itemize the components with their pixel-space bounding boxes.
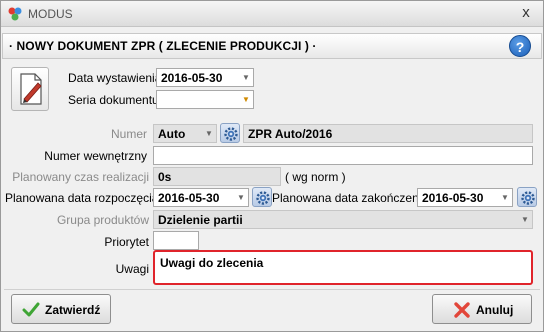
numer-mode-field[interactable]: Auto ▼ bbox=[153, 124, 217, 143]
numer-mode-value: Auto bbox=[158, 127, 186, 141]
data-wystawienia-value: 2016-05-30 bbox=[161, 71, 223, 85]
planowana-data-zakonczenia-label: Planowana data zakończenia bbox=[272, 191, 429, 205]
planowana-data-zakonczenia-field[interactable]: 2016-05-30 ▼ bbox=[417, 188, 513, 207]
zakonczenia-settings-button[interactable] bbox=[517, 187, 537, 207]
numer-settings-button[interactable] bbox=[220, 123, 240, 143]
document-heading: · NOWY DOKUMENT ZPR ( ZLECENIE PRODUKCJI… bbox=[9, 39, 317, 53]
footer-divider bbox=[4, 289, 540, 290]
gear-icon bbox=[256, 191, 270, 205]
zatwierdz-label: Zatwierdź bbox=[45, 303, 101, 317]
dropdown-arrow-icon[interactable]: ▼ bbox=[518, 211, 532, 228]
planowany-czas-label: Planowany czas realizacji bbox=[12, 170, 149, 184]
planowana-data-zakonczenia-value: 2016-05-30 bbox=[422, 191, 484, 205]
planowana-data-rozpoczecia-value: 2016-05-30 bbox=[158, 191, 220, 205]
gear-icon bbox=[224, 127, 238, 141]
close-icon[interactable]: x bbox=[517, 4, 535, 22]
document-edit-button[interactable] bbox=[11, 67, 49, 111]
grupa-produktow-label: Grupa produktów bbox=[56, 213, 149, 227]
priorytet-input[interactable] bbox=[153, 231, 199, 250]
seria-dokumentu-field[interactable]: ▼ bbox=[156, 90, 254, 109]
grupa-produktow-field[interactable]: Dzielenie partii ▼ bbox=[153, 210, 533, 229]
seria-dokumentu-label: Seria dokumentu bbox=[68, 93, 159, 107]
numer-wewnetrzny-input[interactable] bbox=[153, 146, 533, 165]
planowany-czas-suffix: ( wg norm ) bbox=[285, 170, 346, 184]
dialog-window: MODUS x · NOWY DOKUMENT ZPR ( ZLECENIE P… bbox=[0, 0, 544, 332]
dropdown-arrow-icon[interactable]: ▼ bbox=[239, 69, 253, 86]
window-title: MODUS bbox=[28, 7, 73, 21]
document-header: · NOWY DOKUMENT ZPR ( ZLECENIE PRODUKCJI… bbox=[2, 33, 542, 59]
title-bar: MODUS x bbox=[1, 1, 543, 27]
gear-icon bbox=[521, 191, 535, 205]
rozpoczecia-settings-button[interactable] bbox=[252, 187, 272, 207]
numer-wewnetrzny-label: Numer wewnętrzny bbox=[44, 149, 147, 163]
document-edit-icon bbox=[20, 73, 42, 105]
data-wystawienia-field[interactable]: 2016-05-30 ▼ bbox=[156, 68, 254, 87]
numer-label: Numer bbox=[110, 127, 147, 141]
dropdown-arrow-icon[interactable]: ▼ bbox=[202, 125, 216, 142]
uwagi-textarea[interactable]: Uwagi do zlecenia bbox=[153, 250, 533, 285]
cancel-x-icon bbox=[454, 302, 470, 318]
planowany-czas-field: 0s bbox=[153, 167, 281, 186]
planowany-czas-value: 0s bbox=[158, 170, 172, 184]
planowana-data-rozpoczecia-label: Planowana data rozpoczęcia bbox=[5, 191, 159, 205]
zatwierdz-button[interactable]: Zatwierdź bbox=[11, 294, 111, 324]
priorytet-label: Priorytet bbox=[104, 235, 149, 249]
app-icon bbox=[8, 7, 22, 21]
dropdown-arrow-icon[interactable]: ▼ bbox=[239, 91, 253, 108]
dropdown-arrow-icon[interactable]: ▼ bbox=[498, 189, 512, 206]
anuluj-button[interactable]: Anuluj bbox=[432, 294, 532, 324]
uwagi-value: Uwagi do zlecenia bbox=[160, 256, 264, 270]
data-wystawienia-label: Data wystawienia bbox=[68, 71, 162, 85]
checkmark-icon bbox=[22, 302, 40, 317]
planowana-data-rozpoczecia-field[interactable]: 2016-05-30 ▼ bbox=[153, 188, 249, 207]
help-icon[interactable]: ? bbox=[509, 35, 531, 57]
dropdown-arrow-icon[interactable]: ▼ bbox=[234, 189, 248, 206]
numer-value: ZPR Auto/2016 bbox=[248, 127, 333, 141]
anuluj-label: Anuluj bbox=[476, 303, 514, 317]
uwagi-label: Uwagi bbox=[115, 262, 149, 276]
grupa-produktow-value: Dzielenie partii bbox=[158, 213, 243, 227]
numer-value-field: ZPR Auto/2016 bbox=[243, 124, 533, 143]
